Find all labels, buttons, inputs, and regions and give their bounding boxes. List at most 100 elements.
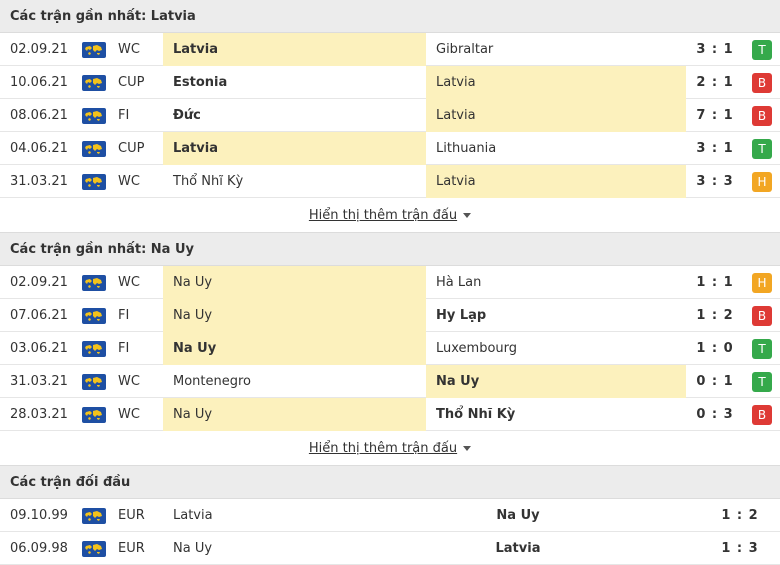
competition-label: WC	[118, 407, 140, 422]
latvia-show-more-label: Hiển thị thêm trận đấu	[308, 207, 458, 223]
norway-more-row: Hiển thị thêm trận đấu	[0, 431, 780, 466]
home-team[interactable]: Latvia	[163, 499, 433, 532]
latvia-section-title: Các trận gần nhất: Latvia	[0, 0, 780, 33]
norway-show-more-link[interactable]: Hiển thị thêm trận đấu	[308, 440, 472, 456]
norway-section-title: Các trận gần nhất: Na Uy	[0, 233, 780, 266]
away-team[interactable]: Latvia	[426, 66, 686, 99]
away-team[interactable]: Latvia	[426, 99, 686, 132]
world-flag-icon	[82, 365, 106, 398]
result-cell: T	[744, 33, 780, 66]
latvia-more-row: Hiển thị thêm trận đấu	[0, 198, 780, 233]
match-date: 31.03.21	[10, 374, 68, 389]
home-team[interactable]: Na Uy	[163, 266, 426, 299]
home-team[interactable]: Latvia	[163, 33, 426, 66]
home-team[interactable]: Montenegro	[163, 365, 426, 398]
home-team[interactable]: Na Uy	[163, 332, 426, 365]
match-date: 08.06.21	[10, 108, 68, 123]
result-cell: T	[744, 365, 780, 398]
result-badge: B	[752, 305, 772, 326]
latvia-match-list: 02.09.21 WC Latvia Gibraltar 3 : 1 T 10.06.21 C…	[0, 33, 780, 198]
match-score: 0 : 3	[696, 407, 734, 422]
match-score: 3 : 1	[696, 42, 734, 57]
h2h-section-title: Các trận đối đầu	[0, 466, 780, 499]
away-team[interactable]: Latvia	[426, 165, 686, 198]
home-team[interactable]: Na Uy	[163, 299, 426, 332]
h2h-row[interactable]: 09.10.99 EUR Latvia Na Uy 1 : 2	[0, 499, 780, 532]
world-flag-icon	[82, 332, 106, 365]
match-score: 1 : 1	[696, 275, 734, 290]
home-team[interactable]: Latvia	[163, 132, 426, 165]
match-score: 3 : 1	[696, 141, 734, 156]
match-date: 07.06.21	[10, 308, 68, 323]
match-row[interactable]: 02.09.21 WC Na Uy Hà Lan 1 : 1 H	[0, 266, 780, 299]
away-team[interactable]: Luxembourg	[426, 332, 686, 365]
world-flag-icon	[82, 33, 106, 66]
match-row[interactable]: 07.06.21 FI Na Uy Hy Lạp 1 : 2 B	[0, 299, 780, 332]
world-flag-icon	[82, 398, 106, 431]
world-flag-icon	[82, 499, 106, 532]
competition-label: WC	[118, 174, 140, 189]
result-cell: H	[744, 266, 780, 299]
result-cell: B	[744, 398, 780, 431]
away-team[interactable]: Na Uy	[426, 365, 686, 398]
match-row[interactable]: 31.03.21 WC Montenegro Na Uy 0 : 1 T	[0, 365, 780, 398]
match-row[interactable]: 28.03.21 WC Na Uy Thổ Nhĩ Kỳ 0 : 3 B	[0, 398, 780, 431]
match-date: 28.03.21	[10, 407, 68, 422]
match-row[interactable]: 31.03.21 WC Thổ Nhĩ Kỳ Latvia 3 : 3 H	[0, 165, 780, 198]
h2h-row[interactable]: 06.09.98 EUR Na Uy Latvia 1 : 3	[0, 532, 780, 565]
competition-label: WC	[118, 42, 140, 57]
competition-label: WC	[118, 275, 140, 290]
latvia-show-more-link[interactable]: Hiển thị thêm trận đấu	[308, 207, 472, 223]
competition-label: CUP	[118, 75, 145, 90]
competition-label: EUR	[118, 508, 145, 523]
result-cell: B	[744, 66, 780, 99]
match-score: 1 : 2	[696, 308, 734, 323]
match-score: 3 : 3	[696, 174, 734, 189]
world-flag-icon	[82, 66, 106, 99]
match-row[interactable]: 03.06.21 FI Na Uy Luxembourg 1 : 0 T	[0, 332, 780, 365]
away-team[interactable]: Hy Lạp	[426, 299, 686, 332]
match-row[interactable]: 08.06.21 FI Đức Latvia 7 : 1 B	[0, 99, 780, 132]
match-row[interactable]: 04.06.21 CUP Latvia Lithuania 3 : 1 T	[0, 132, 780, 165]
h2h-match-list: 09.10.99 EUR Latvia Na Uy 1 : 2 06.09.98 EUR Na…	[0, 499, 780, 565]
result-cell: B	[744, 99, 780, 132]
world-flag-icon	[82, 132, 106, 165]
caret-down-icon	[463, 212, 472, 218]
match-date: 06.09.98	[10, 541, 68, 556]
world-flag-icon	[82, 532, 106, 565]
away-team[interactable]: Latvia	[433, 532, 603, 565]
home-team[interactable]: Na Uy	[163, 398, 426, 431]
match-date: 10.06.21	[10, 75, 68, 90]
result-badge: H	[752, 171, 772, 192]
competition-label: CUP	[118, 141, 145, 156]
away-team[interactable]: Hà Lan	[426, 266, 686, 299]
match-date: 03.06.21	[10, 341, 68, 356]
result-cell: B	[744, 299, 780, 332]
world-flag-icon	[82, 99, 106, 132]
norway-show-more-label: Hiển thị thêm trận đấu	[308, 440, 458, 456]
away-team[interactable]: Thổ Nhĩ Kỳ	[426, 398, 686, 431]
home-team[interactable]: Đức	[163, 99, 426, 132]
match-row[interactable]: 02.09.21 WC Latvia Gibraltar 3 : 1 T	[0, 33, 780, 66]
competition-label: EUR	[118, 541, 145, 556]
away-team[interactable]: Na Uy	[433, 499, 603, 532]
away-team[interactable]: Gibraltar	[426, 33, 686, 66]
home-team[interactable]: Estonia	[163, 66, 426, 99]
competition-label: FI	[118, 308, 130, 323]
match-date: 02.09.21	[10, 275, 68, 290]
home-team[interactable]: Na Uy	[163, 532, 433, 565]
result-badge: T	[752, 138, 772, 159]
match-score: 1 : 3	[721, 541, 759, 556]
match-date: 04.06.21	[10, 141, 68, 156]
match-row[interactable]: 10.06.21 CUP Estonia Latvia 2 : 1 B	[0, 66, 780, 99]
competition-label: FI	[118, 108, 130, 123]
match-score: 2 : 1	[696, 75, 734, 90]
home-team[interactable]: Thổ Nhĩ Kỳ	[163, 165, 426, 198]
result-cell: H	[744, 165, 780, 198]
away-team[interactable]: Lithuania	[426, 132, 686, 165]
result-badge: T	[752, 371, 772, 392]
result-badge: H	[752, 272, 772, 293]
competition-label: WC	[118, 374, 140, 389]
match-score: 1 : 2	[721, 508, 759, 523]
match-score: 0 : 1	[696, 374, 734, 389]
